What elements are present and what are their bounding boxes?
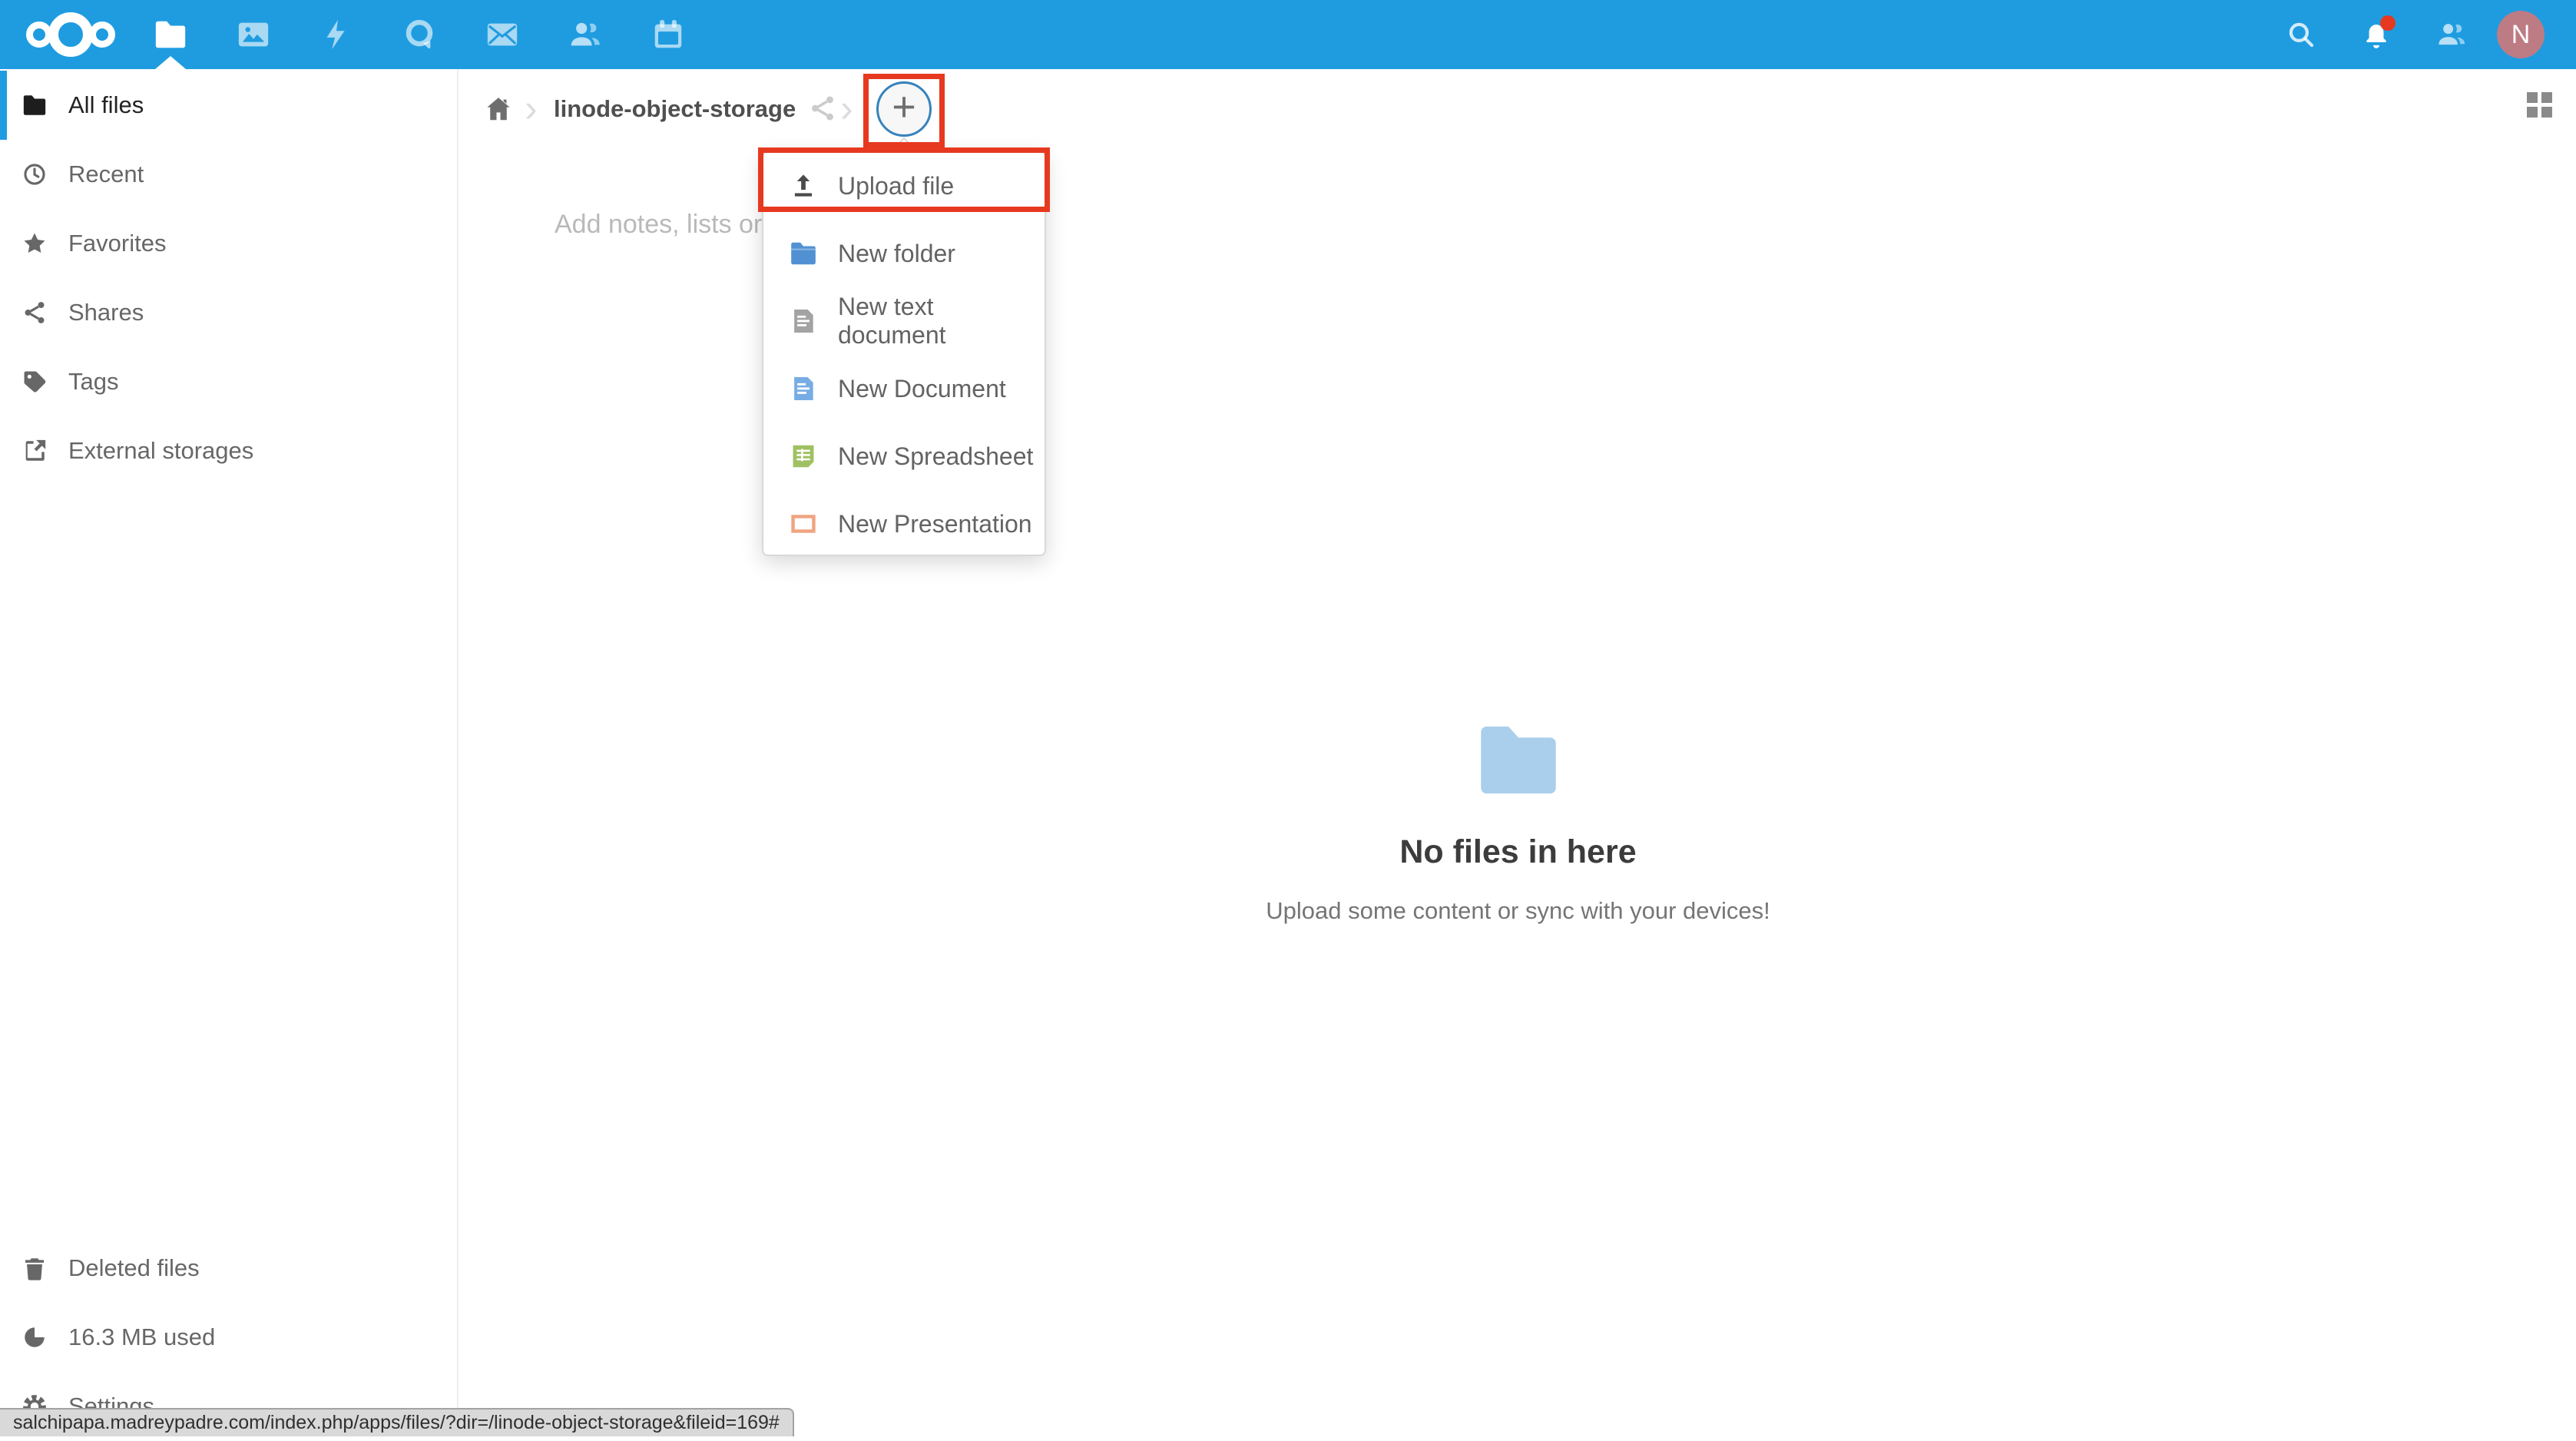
- app-activity-button[interactable]: [295, 0, 378, 69]
- app-mail-button[interactable]: [461, 0, 544, 69]
- share-icon: [22, 300, 48, 326]
- spreadsheet-green-icon: [789, 442, 818, 471]
- chevron-right-icon: ›: [840, 86, 853, 131]
- sidebar-item-all-files[interactable]: All files: [0, 71, 457, 140]
- logo-ring-right: [89, 22, 115, 48]
- menu-item-new-folder[interactable]: New folder: [763, 220, 1045, 287]
- menu-item-new-text-document[interactable]: New text document: [763, 287, 1045, 355]
- files-folder-icon: [153, 17, 188, 52]
- chevron-right-icon: ›: [525, 86, 538, 131]
- app-menu: [129, 0, 710, 69]
- empty-state-subtitle: Upload some content or sync with your de…: [460, 897, 2576, 925]
- search-icon: [2285, 18, 2317, 51]
- sidebar-item-tags[interactable]: Tags: [0, 347, 457, 416]
- sidebar-item-external-storages[interactable]: External storages: [0, 416, 457, 485]
- sidebar-item-favorites[interactable]: Favorites: [0, 209, 457, 278]
- new-file-menu-button[interactable]: +: [876, 81, 932, 137]
- tag-icon: [22, 369, 48, 395]
- files-sidebar: All files Recent Favorites Shares Tags E…: [0, 69, 459, 1436]
- contacts-menu-icon: [2435, 18, 2468, 51]
- sidebar-item-label: Shares: [68, 299, 144, 326]
- sidebar-item-quota[interactable]: 16.3 MB used: [0, 1303, 457, 1372]
- menu-item-new-document[interactable]: New Document: [763, 355, 1045, 422]
- clock-icon: [22, 161, 48, 187]
- menu-item-new-spreadsheet[interactable]: New Spreadsheet: [763, 422, 1045, 490]
- quota-pie-icon: [22, 1324, 48, 1350]
- share-icon: [808, 94, 837, 123]
- grid-view-icon: [2527, 92, 2538, 103]
- sidebar-nav: All files Recent Favorites Shares Tags E…: [0, 69, 457, 485]
- text-document-icon: [789, 306, 818, 336]
- contacts-menu-button[interactable]: [2414, 0, 2489, 69]
- search-button[interactable]: [2263, 0, 2339, 69]
- external-storage-icon: [22, 438, 48, 464]
- folder-blue-icon: [789, 239, 818, 268]
- sidebar-item-recent[interactable]: Recent: [0, 140, 457, 209]
- menu-item-new-presentation[interactable]: New Presentation: [763, 490, 1045, 558]
- presentation-orange-icon: [789, 509, 818, 538]
- nextcloud-logo-icon[interactable]: [26, 0, 115, 69]
- logo-ring-center: [48, 12, 93, 57]
- upload-icon: [789, 171, 818, 200]
- empty-state-title: No files in here: [460, 833, 2576, 871]
- document-blue-icon: [789, 374, 818, 403]
- breadcrumb-folder-name[interactable]: linode-object-storage: [554, 95, 796, 123]
- menu-item-label: Upload file: [838, 172, 954, 200]
- grid-view-toggle-button[interactable]: [2527, 92, 2552, 118]
- menu-item-label: New Spreadsheet: [838, 442, 1033, 471]
- mail-icon: [485, 17, 520, 52]
- notification-badge: [2380, 15, 2396, 31]
- contacts-icon: [568, 17, 603, 52]
- top-header-bar: N: [0, 0, 2576, 69]
- status-url: salchipapa.madreypadre.com/index.php/app…: [13, 1412, 780, 1434]
- new-file-dropdown-menu: Upload file New folder New text document…: [762, 151, 1046, 556]
- sidebar-item-label: Tags: [68, 368, 118, 396]
- sidebar-item-label: Favorites: [68, 230, 166, 257]
- sidebar-item-label: External storages: [68, 437, 253, 465]
- folder-icon: [22, 92, 48, 118]
- sidebar-item-deleted-files[interactable]: Deleted files: [0, 1234, 457, 1303]
- sidebar-item-label: Deleted files: [68, 1254, 200, 1282]
- home-icon: [484, 94, 513, 124]
- calendar-icon: [651, 17, 686, 52]
- breadcrumb-home-button[interactable]: [484, 94, 513, 128]
- star-icon: [22, 230, 48, 257]
- empty-folder-state: No files in here Upload some content or …: [460, 720, 2576, 925]
- app-contacts-button[interactable]: [544, 0, 627, 69]
- files-content: › linode-object-storage › + Add notes, l…: [460, 69, 2576, 1436]
- workspace-notes-placeholder[interactable]: Add notes, lists or lin: [555, 210, 796, 240]
- talk-icon: [402, 17, 437, 52]
- sidebar-item-label: 16.3 MB used: [68, 1323, 215, 1351]
- app-photos-button[interactable]: [212, 0, 295, 69]
- user-avatar[interactable]: N: [2497, 11, 2545, 58]
- app-talk-button[interactable]: [378, 0, 461, 69]
- header-right-actions: N: [2263, 0, 2576, 69]
- sidebar-item-label: All files: [68, 91, 144, 119]
- sidebar-item-label: Recent: [68, 161, 144, 188]
- menu-item-label: New Presentation: [838, 510, 1032, 538]
- menu-item-label: New folder: [838, 240, 955, 268]
- breadcrumb-share-button[interactable]: [808, 94, 837, 127]
- trash-icon: [22, 1255, 48, 1281]
- app-calendar-button[interactable]: [627, 0, 710, 69]
- active-app-indicator: [155, 56, 186, 69]
- empty-folder-icon: [1475, 720, 1562, 799]
- plus-icon: +: [892, 86, 916, 128]
- photos-icon: [236, 17, 271, 52]
- menu-item-label: New Document: [838, 375, 1006, 403]
- avatar-initial: N: [2511, 20, 2531, 50]
- link-status-bar: salchipapa.madreypadre.com/index.php/app…: [0, 1408, 794, 1436]
- sidebar-item-shares[interactable]: Shares: [0, 278, 457, 347]
- activity-icon: [319, 17, 354, 52]
- notifications-button[interactable]: [2339, 0, 2414, 69]
- menu-item-label: New text document: [838, 293, 1045, 349]
